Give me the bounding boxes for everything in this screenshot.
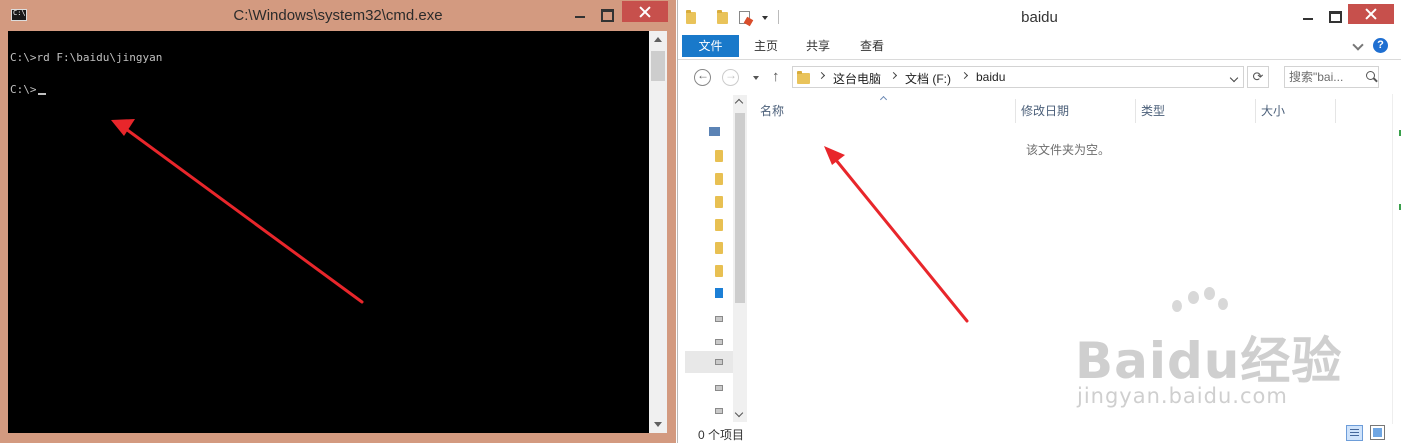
column-header-size[interactable]: 大小 <box>1261 99 1285 123</box>
column-divider[interactable] <box>1335 99 1336 123</box>
breadcrumb-drive[interactable]: 文档 (F:) <box>905 70 951 87</box>
folder-icon[interactable] <box>715 150 723 162</box>
explorer-window: baidu 文件 主页 共享 查看 ? ↑ 这台电脑 文档 (F:) baidu… <box>677 0 1401 443</box>
navigation-pane[interactable] <box>685 95 747 422</box>
column-header-type[interactable]: 类型 <box>1141 99 1165 123</box>
drive-icon[interactable] <box>715 339 723 345</box>
folder-icon <box>797 71 810 84</box>
expand-ribbon-icon[interactable] <box>1352 39 1364 51</box>
back-arrow-icon[interactable] <box>694 68 711 86</box>
cmd-maximize-button[interactable] <box>596 4 618 24</box>
console-output[interactable]: C:\>rd F:\baidu\jingyan C:\> <box>8 31 649 433</box>
search-box[interactable] <box>1284 66 1379 88</box>
address-bar[interactable]: 这台电脑 文档 (F:) baidu <box>792 66 1244 88</box>
this-pc-icon[interactable] <box>709 127 720 136</box>
chevron-right-icon[interactable] <box>817 71 826 80</box>
scroll-up-icon[interactable] <box>654 37 662 42</box>
scroll-down-icon[interactable] <box>654 422 662 427</box>
column-header-name[interactable]: 名称 <box>760 99 784 123</box>
search-input[interactable] <box>1289 69 1359 85</box>
navigation-scrollbar[interactable] <box>733 95 747 422</box>
sort-ascending-icon <box>879 95 888 104</box>
chevron-right-icon[interactable] <box>960 71 969 80</box>
ribbon-tabs: 文件 主页 共享 查看 ? <box>678 35 1401 60</box>
cmd-window: C:\Windows\system32\cmd.exe C:\>rd F:\ba… <box>0 0 676 443</box>
breadcrumb-this-pc[interactable]: 这台电脑 <box>833 70 881 87</box>
breadcrumb-folder[interactable]: baidu <box>976 70 1005 84</box>
search-icon[interactable] <box>1366 71 1375 80</box>
details-view-icon[interactable] <box>1346 425 1363 441</box>
forward-arrow-icon[interactable] <box>722 68 739 86</box>
refresh-icon[interactable]: ⟳ <box>1247 66 1269 88</box>
drive-icon[interactable] <box>715 385 723 391</box>
explorer-window-title: baidu <box>1021 9 1058 26</box>
explorer-title-bar[interactable]: baidu <box>678 0 1401 34</box>
cmd-minimize-button[interactable] <box>569 4 591 24</box>
scroll-up-icon[interactable] <box>734 98 744 108</box>
text-cursor <box>37 93 46 95</box>
scroll-thumb[interactable] <box>651 51 665 81</box>
drive-icon[interactable] <box>715 359 723 365</box>
scroll-down-icon[interactable] <box>734 408 744 418</box>
explorer-minimize-button[interactable] <box>1298 6 1318 26</box>
cmd-title-bar[interactable]: C:\Windows\system32\cmd.exe <box>0 0 676 31</box>
window-edge <box>1392 94 1401 424</box>
folder-icon[interactable] <box>715 265 723 277</box>
folder-icon[interactable] <box>715 173 723 185</box>
tab-view[interactable]: 查看 <box>850 35 894 57</box>
column-divider[interactable] <box>1015 99 1016 123</box>
console-line: C:\>rd F:\baidu\jingyan <box>10 51 163 64</box>
recent-locations-icon[interactable] <box>753 76 759 80</box>
console-prompt-line: C:\> <box>10 83 46 96</box>
chevron-down-icon[interactable] <box>1229 73 1239 83</box>
drive-icon[interactable] <box>715 316 723 322</box>
explorer-close-button[interactable] <box>1348 4 1394 24</box>
column-divider[interactable] <box>1255 99 1256 123</box>
help-icon[interactable]: ? <box>1373 38 1388 53</box>
status-bar: 0 个项目 <box>678 423 1401 443</box>
chevron-right-icon[interactable] <box>889 71 898 80</box>
cmd-close-button[interactable] <box>622 1 668 22</box>
empty-folder-message: 该文件夹为空。 <box>1026 143 1111 157</box>
tab-file[interactable]: 文件 <box>682 35 739 57</box>
scroll-thumb[interactable] <box>735 113 745 303</box>
tab-home[interactable]: 主页 <box>744 35 788 57</box>
selected-drive-row[interactable] <box>685 351 733 373</box>
folder-icon[interactable] <box>715 219 723 231</box>
network-icon[interactable] <box>715 288 723 298</box>
folder-icon[interactable] <box>715 242 723 254</box>
navigation-row: ↑ 这台电脑 文档 (F:) baidu ⟳ <box>678 63 1401 93</box>
up-arrow-icon[interactable]: ↑ <box>772 68 780 85</box>
column-divider[interactable] <box>1135 99 1136 123</box>
drive-icon[interactable] <box>715 408 723 414</box>
item-count: 0 个项目 <box>698 428 745 442</box>
tiles-view-icon[interactable] <box>1370 425 1385 440</box>
cmd-scrollbar[interactable] <box>649 31 667 433</box>
column-header-date-modified[interactable]: 修改日期 <box>1021 99 1069 123</box>
folder-icon[interactable] <box>715 196 723 208</box>
explorer-maximize-button[interactable] <box>1325 6 1345 26</box>
tab-share[interactable]: 共享 <box>796 35 840 57</box>
